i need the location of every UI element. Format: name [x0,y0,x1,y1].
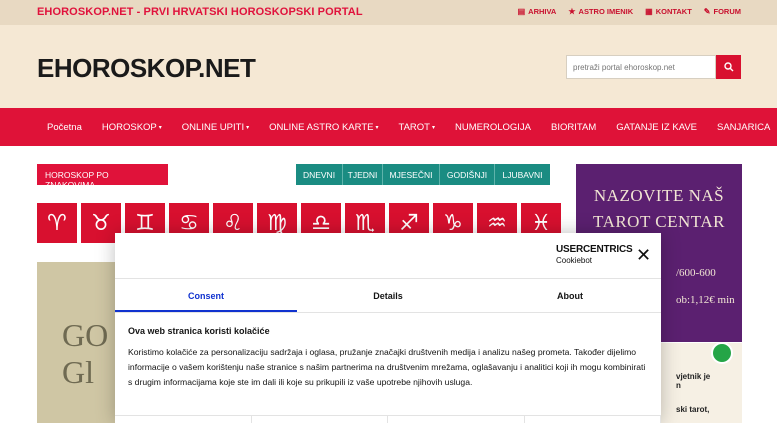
site-logo[interactable]: EHOROSKOP.NET [37,53,256,84]
tarot-ad-line1: NAZOVITE NAŠ [593,186,725,205]
consent-tabs: Consent Details About [115,279,661,312]
tab-about[interactable]: About [479,279,661,312]
caret-down-icon: ▾ [246,124,250,131]
nav-label: NUMEROLOGIJA [455,121,532,133]
nav-item-gatanje-iz-kave[interactable]: GATANJE IZ KAVE [606,122,707,133]
contact-link-label: KONTAKT [655,7,692,16]
site-tagline: EHOROSKOP.NET - PRVI HRVATSKI HOROSKOPSK… [37,6,363,18]
whatsapp-icon[interactable] [711,342,733,364]
astro-imenik-link-label: ASTRO IMENIK [578,7,634,16]
nav-label: Početna [47,121,82,133]
tab-details[interactable]: Details [297,279,479,312]
nav-item-tarot[interactable]: TAROT ▾ [388,122,445,133]
search-button[interactable] [716,55,741,79]
sidebar-card-text: vjetnik je [676,372,711,381]
section-label: HOROSKOP PO ZNAKOVIMA [37,164,168,190]
star-icon: ★ [568,7,576,16]
archive-icon: ▤ [517,7,526,16]
consent-body: Koristimo kolačiće za personalizaciju sa… [128,347,646,387]
tab-tjedni[interactable]: TJEDNI [343,164,383,185]
close-icon[interactable]: ✕ [636,246,651,264]
top-links: ▤ ARHIVA ★ ASTRO IMENIK ▦ KONTAKT ✎ FORU… [518,7,741,16]
site-header: EHOROSKOP.NET [0,25,777,108]
caret-down-icon: ▾ [431,124,435,131]
nav-label: TAROT [398,121,430,133]
nav-label: ONLINE ASTRO KARTE [269,121,374,133]
consent-title: Ova web stranica koristi kolačiće [128,326,270,336]
astro-imenik-link[interactable]: ★ ASTRO IMENIK [568,7,633,16]
caret-down-icon: ▾ [375,124,379,131]
promo-image[interactable]: GO Gl [37,262,117,423]
tab-consent[interactable]: Consent [115,279,297,312]
nav-label: HOROSKOP [101,121,157,133]
tarot-ad-line2: TAROT CENTAR [593,212,725,231]
cookie-consent-dialog: USERCENTRICS Cookiebot ✕ Consent Details… [115,233,661,423]
forum-link[interactable]: ✎ FORUM [704,7,741,16]
archive-link-label: ARHIVA [528,7,557,16]
nav-item-pocetna[interactable]: Početna [37,122,92,133]
aries-sign-icon[interactable]: ♈ [37,203,77,243]
tarot-ad-price: ob:1,12€ min [676,294,735,306]
period-tabs: DNEVNI TJEDNI MJESEČNI GODIŠNJI LJUBAVNI [296,164,550,185]
archive-link[interactable]: ▤ ARHIVA [518,7,557,16]
contact-link[interactable]: ▦ KONTAKT [645,7,692,16]
search-input[interactable] [566,55,716,79]
nav-item-sanjarica[interactable]: SANJARICA [707,122,777,133]
divider [115,312,661,313]
nav-item-online-astro-karte[interactable]: ONLINE ASTRO KARTE ▾ [259,122,388,133]
consent-footer [115,415,661,423]
top-bar: EHOROSKOP.NET - PRVI HRVATSKI HOROSKOPSK… [0,0,777,25]
tab-mjesecni[interactable]: MJESEČNI [383,164,440,185]
contact-icon: ▦ [645,7,653,16]
nav-label: SANJARICA [717,121,771,133]
search-icon [723,62,733,72]
tab-dnevni[interactable]: DNEVNI [296,164,343,185]
sidebar-card-text: n [676,381,681,390]
nav-item-horoskop[interactable]: HOROSKOP ▾ [92,122,172,133]
nav-label: BIORITAM [551,121,597,133]
nav-item-numerologija[interactable]: NUMEROLOGIJA [445,122,541,133]
sidebar-card-text: ski tarot, [676,405,710,414]
nav-item-online-upiti[interactable]: ONLINE UPITI ▾ [172,122,259,133]
usercentrics-logo: USERCENTRICS Cookiebot [556,244,633,265]
promo-image-text: GO Gl [62,317,109,390]
tab-godisnji[interactable]: GODIŠNJI [440,164,495,185]
nav-item-bioritam[interactable]: BIORITAM [541,122,606,133]
caret-down-icon: ▾ [158,124,162,131]
nav-label: GATANJE IZ KAVE [616,121,697,133]
forum-link-label: FORUM [713,7,742,16]
nav-label: ONLINE UPITI [181,121,245,133]
tab-ljubavni[interactable]: LJUBAVNI [495,164,550,185]
main-nav: Početna HOROSKOP ▾ ONLINE UPITI ▾ ONLINE A… [0,108,777,146]
edit-icon: ✎ [703,7,711,16]
tarot-ad-phone: /600-600 [676,267,716,279]
